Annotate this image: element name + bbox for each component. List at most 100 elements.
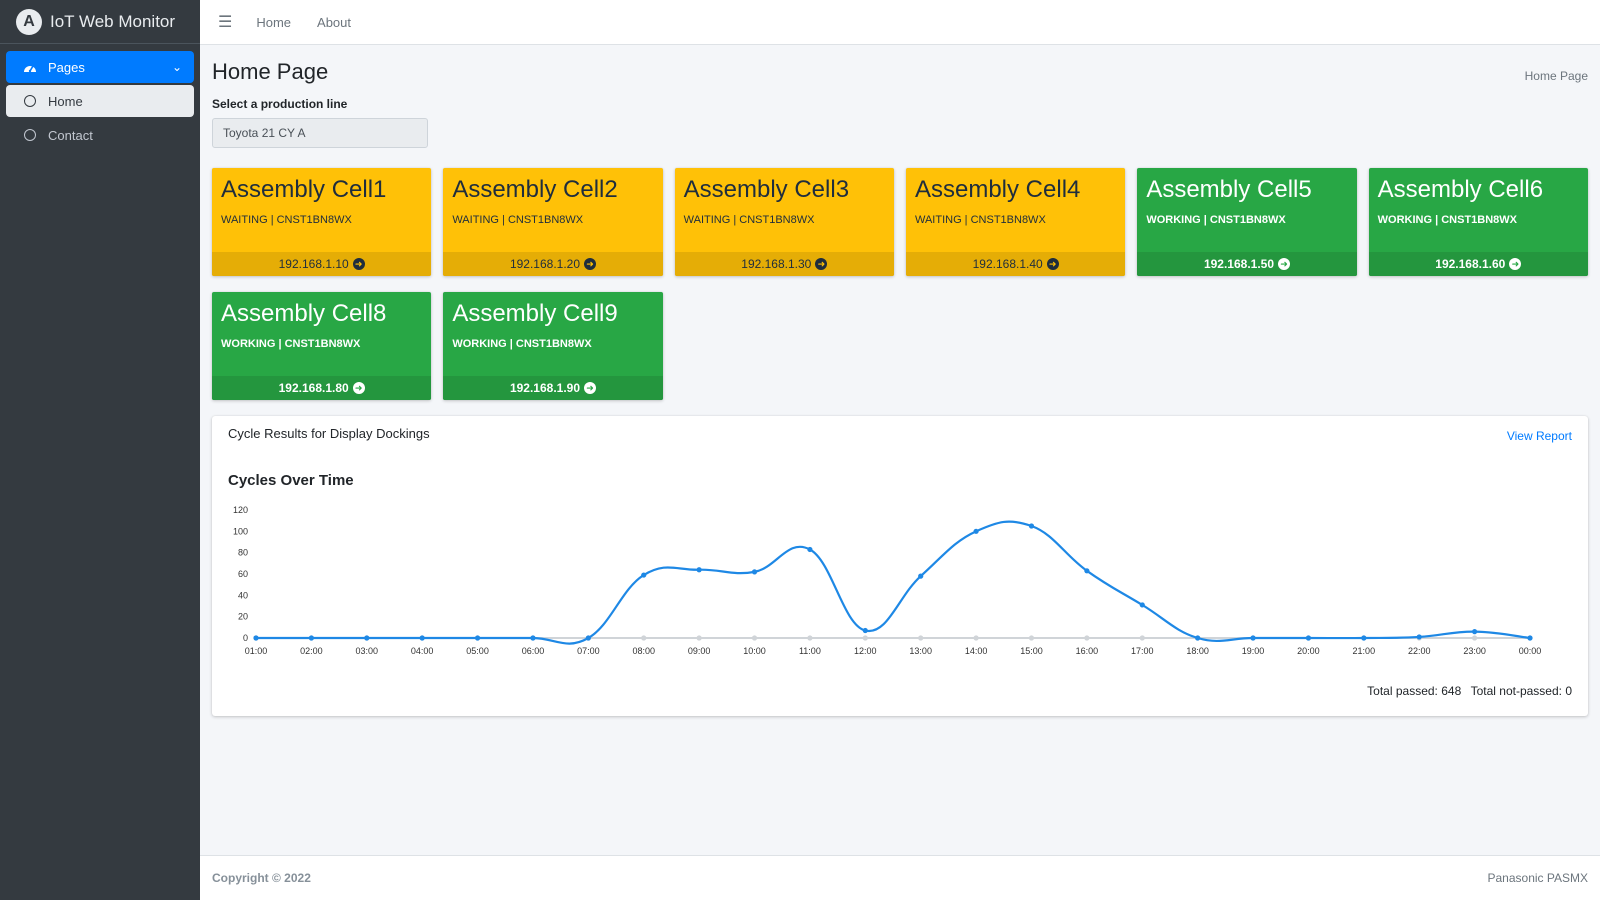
sidebar-item-label: Home: [48, 93, 83, 109]
view-report-link[interactable]: View Report: [1507, 429, 1572, 443]
x-tick-label: 01:00: [245, 646, 268, 656]
assembly-cell-card: Assembly Cell9 WORKING | CNST1BN8WX 192.16…: [443, 292, 663, 400]
app-title: IoT Web Monitor: [50, 11, 176, 31]
x-tick-label: 02:00: [300, 646, 323, 656]
data-point: [1527, 635, 1533, 641]
x-tick-label: 16:00: [1076, 646, 1099, 656]
cell-name: Assembly Cell4: [914, 176, 1081, 203]
assembly-cell-card: Assembly Cell5 WORKING | CNST1BN8WX 192.16…: [1137, 168, 1357, 276]
data-point: [1084, 635, 1090, 641]
data-point: [973, 635, 979, 641]
cell-ip: 192.168.1.50: [1203, 257, 1275, 271]
x-tick-label: 08:00: [632, 646, 655, 656]
sidebar-item-home[interactable]: Home: [6, 85, 194, 117]
data-point: [1028, 523, 1035, 529]
top-navbar: ☰ Home About: [200, 0, 1600, 45]
data-point: [1305, 635, 1312, 641]
cell-name: Assembly Cell6: [1377, 176, 1544, 203]
production-line-select[interactable]: Toyota 21 CY A: [212, 118, 428, 148]
arrow-circle-right-icon: ➜: [584, 258, 597, 270]
data-point: [585, 635, 591, 641]
arrow-circle-right-icon: ➜: [1278, 258, 1291, 270]
cell-ip-link[interactable]: 192.168.1.30 ➜: [674, 252, 894, 276]
x-tick-label: 04:00: [411, 646, 434, 656]
arrow-circle-right-icon: ➜: [815, 258, 828, 270]
x-tick-label: 03:00: [356, 646, 379, 656]
cell-status: WORKING | CNST1BN8WX: [221, 338, 361, 350]
cell-name: Assembly Cell2: [452, 176, 618, 203]
data-point: [696, 635, 702, 641]
cell-ip-link[interactable]: 192.168.1.60 ➜: [1368, 252, 1588, 276]
x-tick-label: 21:00: [1353, 646, 1376, 656]
cell-ip: 192.168.1.90: [509, 381, 581, 395]
x-tick-label: 17:00: [1131, 646, 1154, 656]
data-point: [696, 567, 702, 573]
data-point: [807, 546, 813, 553]
cell-ip: 192.168.1.30: [741, 257, 812, 271]
topnav-link-about[interactable]: About: [317, 15, 351, 30]
cell-name: Assembly Cell1: [221, 176, 387, 203]
sidebar-nav: Pages ⌄ Home Contact: [0, 44, 200, 151]
arrow-circle-right-icon: ➜: [352, 258, 365, 270]
data-point: [862, 635, 868, 641]
sidebar: A IoT Web Monitor Pages ⌄ Home Contact: [0, 0, 200, 900]
x-tick-label: 14:00: [965, 646, 988, 656]
cell-status: WAITING | CNST1BN8WX: [914, 214, 1046, 226]
cell-ip-link[interactable]: 192.168.1.40 ➜: [905, 252, 1126, 276]
production-line-label: Select a production line: [212, 97, 348, 111]
y-tick-label: 0: [243, 633, 248, 643]
circle-icon: [22, 95, 38, 107]
data-point: [419, 635, 425, 641]
data-point: [1139, 602, 1145, 608]
assembly-cell-card: Assembly Cell4 WAITING | CNST1BN8WX 192.16…: [905, 168, 1126, 276]
total-not-passed: Total not-passed: 0: [1470, 684, 1572, 698]
assembly-cell-card: Assembly Cell8 WORKING | CNST1BN8WX 192.16…: [212, 292, 432, 400]
data-point: [1195, 635, 1201, 641]
footer: Copyright © 2022 Panasonic PASMX: [200, 855, 1600, 900]
data-point: [751, 569, 758, 575]
cell-ip: 192.168.1.40: [972, 257, 1043, 271]
totals: Total passed: 648 Total not-passed: 0: [1361, 684, 1572, 698]
topnav-link-home[interactable]: Home: [256, 15, 291, 30]
page-title: Home Page: [212, 59, 329, 84]
cell-ip-link[interactable]: 192.168.1.20 ➜: [443, 252, 663, 276]
data-point: [862, 627, 868, 634]
cycles-line-chart: 0 20 40 60 80 100 120 01:00 02:00 03:00 04:00 05:00…: [233, 505, 1541, 656]
data-point: [1250, 635, 1256, 641]
hamburger-menu-icon[interactable]: ☰: [218, 12, 232, 32]
cell-ip-link[interactable]: 192.168.1.80 ➜: [212, 376, 432, 400]
x-tick-label: 06:00: [522, 646, 545, 656]
x-tick-label: 05:00: [466, 646, 489, 656]
circle-icon: [22, 129, 38, 141]
data-point: [474, 635, 481, 641]
x-tick-label: 11:00: [799, 646, 821, 656]
y-tick-label: 40: [238, 590, 248, 600]
y-tick-label: 80: [238, 548, 248, 558]
data-point: [1472, 629, 1478, 635]
cell-ip-link[interactable]: 192.168.1.90 ➜: [443, 376, 663, 400]
x-tick-label: 20:00: [1297, 646, 1320, 656]
cell-status: WORKING | CNST1BN8WX: [452, 338, 592, 350]
cell-name: Assembly Cell3: [683, 176, 850, 203]
cell-ip-link[interactable]: 192.168.1.50 ➜: [1137, 252, 1357, 276]
cell-name: Assembly Cell9: [452, 300, 618, 327]
arrow-circle-right-icon: ➜: [1046, 258, 1059, 270]
data-point: [1084, 568, 1090, 574]
assembly-cell-card: Assembly Cell6 WORKING | CNST1BN8WX 192.16…: [1368, 168, 1588, 276]
x-tick-label: 23:00: [1463, 646, 1486, 656]
cell-status: WAITING | CNST1BN8WX: [683, 214, 815, 226]
arrow-circle-right-icon: ➜: [1509, 258, 1522, 270]
sidebar-item-contact[interactable]: Contact: [6, 119, 194, 151]
cell-ip: 192.168.1.20: [509, 257, 581, 271]
footer-brand: Panasonic PASMX: [1487, 871, 1589, 885]
cell-name: Assembly Cell5: [1146, 176, 1312, 203]
data-point: [530, 635, 536, 641]
data-point: [641, 572, 647, 578]
sidebar-section-pages[interactable]: Pages ⌄: [6, 51, 194, 83]
x-tick-label: 12:00: [854, 646, 877, 656]
cell-status: WAITING | CNST1BN8WX: [221, 214, 352, 226]
brand[interactable]: A IoT Web Monitor: [0, 0, 200, 44]
cell-ip-link[interactable]: 192.168.1.10 ➜: [212, 252, 432, 276]
data-point: [973, 528, 979, 534]
y-tick-label: 20: [238, 612, 248, 622]
